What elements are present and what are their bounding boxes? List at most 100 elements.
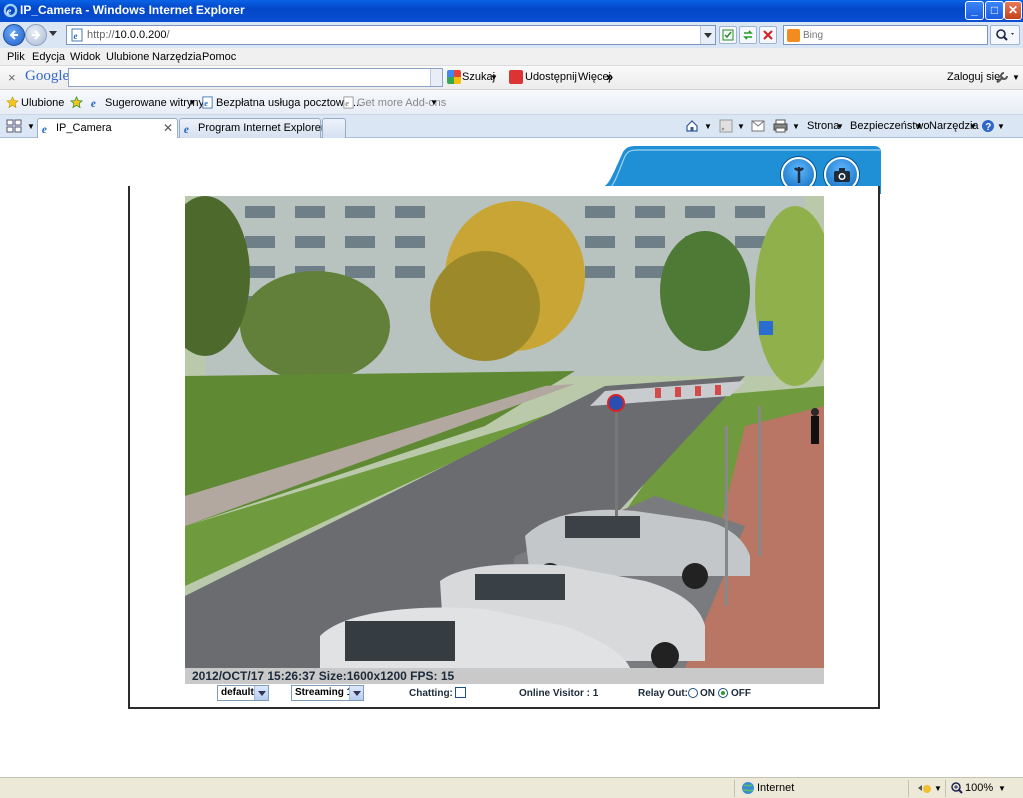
favorites-bar: Ulubione e Sugerowane witryny ▼ e Bezpła… <box>0 90 1023 115</box>
close-toolbar-icon[interactable]: × <box>8 70 16 85</box>
relay-off-label: OFF <box>731 688 751 699</box>
menu-edit[interactable]: Edycja <box>32 51 65 63</box>
help-dropdown-icon[interactable]: ▼ <box>997 122 1005 131</box>
mail-icon[interactable] <box>751 120 765 132</box>
video-overlay-bar: 2012/OCT/17 15:26:37 Size:1600x1200 FPS:… <box>185 668 824 684</box>
tab-ip-camera[interactable]: e IP_Camera ✕ <box>37 118 178 138</box>
stop-button[interactable] <box>759 26 777 44</box>
ie-logo-icon: e <box>3 3 18 18</box>
url-protocol: http:// <box>87 29 115 41</box>
close-button[interactable]: ✕ <box>1004 1 1022 20</box>
stream-select[interactable]: Streaming 1 <box>291 685 364 701</box>
quick-tabs-icon[interactable] <box>6 119 22 133</box>
tab-close-icon[interactable]: ✕ <box>163 121 173 135</box>
tab-label: IP_Camera <box>56 122 112 134</box>
window-title: IP_Camera - Windows Internet Explorer <box>20 3 245 17</box>
search-box[interactable] <box>783 25 988 45</box>
google-search-input[interactable] <box>68 68 443 87</box>
stream-select-arrow-icon[interactable] <box>349 686 363 700</box>
settings-dropdown-icon[interactable]: ▼ <box>1012 73 1020 82</box>
address-url: http://10.0.0.200/ <box>87 29 170 41</box>
share-button[interactable]: Udostępnij <box>525 71 577 83</box>
print-icon[interactable] <box>773 119 788 133</box>
fav-free-mail[interactable]: Bezpłatna usługa pocztowa ... <box>216 97 362 109</box>
svg-text:e: e <box>204 99 208 108</box>
search-dropdown-icon[interactable]: ▼ <box>490 73 498 82</box>
profile-select[interactable]: default <box>217 685 269 701</box>
protected-mode-icon[interactable] <box>916 781 932 795</box>
new-tab-button[interactable] <box>322 118 346 138</box>
svg-text:e: e <box>184 124 189 135</box>
svg-text:e: e <box>91 98 96 109</box>
forward-button[interactable] <box>25 24 47 46</box>
feeds-icon[interactable] <box>719 119 733 133</box>
google-search-icon <box>447 70 461 84</box>
addons-dropdown-icon[interactable]: ▼ <box>430 98 438 107</box>
feeds-dropdown-icon[interactable]: ▼ <box>737 122 745 131</box>
video-timestamp-info: 2012/OCT/17 15:26:37 Size:1600x1200 FPS:… <box>192 669 455 683</box>
menu-view[interactable]: Widok <box>70 51 101 63</box>
menu-bar: Plik Edycja Widok Ulubione Narzędzia Pom… <box>0 48 1023 66</box>
chatting-checkbox[interactable] <box>455 687 466 698</box>
status-divider <box>734 780 735 797</box>
zoom-level[interactable]: 100% <box>965 782 993 794</box>
google-toolbar: × Google Szukaj ▼ Udostępnij Więcej » Za… <box>0 66 1023 90</box>
menu-favorites[interactable]: Ulubione <box>106 51 149 63</box>
zoom-dropdown-icon[interactable]: ▼ <box>998 784 1006 793</box>
relay-off-radio[interactable] <box>718 688 728 698</box>
search-go-button[interactable] <box>990 25 1020 45</box>
address-bar[interactable]: e http://10.0.0.200/ <box>66 25 716 45</box>
home-icon[interactable] <box>685 119 699 133</box>
favorites-button[interactable]: Ulubione <box>21 97 64 109</box>
maximize-button[interactable]: □ <box>985 1 1004 20</box>
signin-link[interactable]: Zaloguj się <box>947 71 1000 83</box>
search-icon <box>996 29 1014 41</box>
relay-on-radio[interactable] <box>688 688 698 698</box>
menu-file[interactable]: Plik <box>7 51 25 63</box>
back-button[interactable] <box>3 24 25 46</box>
suggested-sites-icon: e <box>91 98 96 109</box>
page-menu[interactable]: Strona <box>807 120 839 132</box>
relay-on-label: ON <box>700 688 715 699</box>
camera-video-feed[interactable] <box>185 196 824 668</box>
tab-list-dropdown-icon[interactable]: ▼ <box>27 122 35 131</box>
svg-text:?: ? <box>985 122 991 133</box>
svg-text:e: e <box>42 124 47 135</box>
menu-tools[interactable]: Narzędzia <box>152 51 202 63</box>
suggested-dropdown-icon[interactable]: ▼ <box>188 98 196 107</box>
more-chevron-icon[interactable]: » <box>606 69 613 84</box>
protected-mode-dropdown-icon[interactable]: ▼ <box>934 784 942 793</box>
wrench-icon[interactable] <box>995 71 1009 85</box>
url-path: / <box>166 29 170 41</box>
svg-text:e: e <box>345 99 349 108</box>
tab-page-icon: e <box>42 124 47 135</box>
tab-bar: ▼ e IP_Camera ✕ e Program Internet Explo… <box>0 115 1023 138</box>
page-menu-dropdown-icon[interactable]: ▼ <box>836 122 844 131</box>
safety-menu-dropdown-icon[interactable]: ▼ <box>915 122 923 131</box>
history-dropdown-icon[interactable] <box>49 31 57 36</box>
add-favorites-icon[interactable] <box>70 96 83 109</box>
home-dropdown-icon[interactable]: ▼ <box>704 122 712 131</box>
favorites-star-icon <box>6 96 19 109</box>
chatting-label: Chatting: <box>409 688 453 699</box>
help-icon[interactable]: ? <box>981 119 995 133</box>
zoom-icon[interactable] <box>950 781 964 795</box>
print-dropdown-icon[interactable]: ▼ <box>792 122 800 131</box>
profile-select-arrow-icon[interactable] <box>254 686 268 700</box>
google-search-dropdown[interactable] <box>430 69 442 86</box>
search-input[interactable] <box>803 28 983 42</box>
google-logo-text: Google <box>25 68 70 84</box>
street-scene-image <box>185 196 824 668</box>
page-icon: e <box>71 28 83 42</box>
address-dropdown-button[interactable] <box>700 26 715 44</box>
minimize-button[interactable]: _ <box>965 1 984 20</box>
url-host: 10.0.0.200 <box>114 29 167 41</box>
menu-help[interactable]: Pomoc <box>202 51 236 63</box>
tools-menu-dropdown-icon[interactable]: ▼ <box>969 122 977 131</box>
status-bar: Internet ▼ 100% ▼ <box>0 777 1023 798</box>
tab-ie-program[interactable]: e Program Internet Explorer ni... <box>179 118 345 138</box>
refresh-icon <box>743 30 753 40</box>
compatibility-button[interactable] <box>719 26 737 44</box>
addons-page-icon: e <box>343 96 354 109</box>
refresh-button[interactable] <box>739 26 757 44</box>
